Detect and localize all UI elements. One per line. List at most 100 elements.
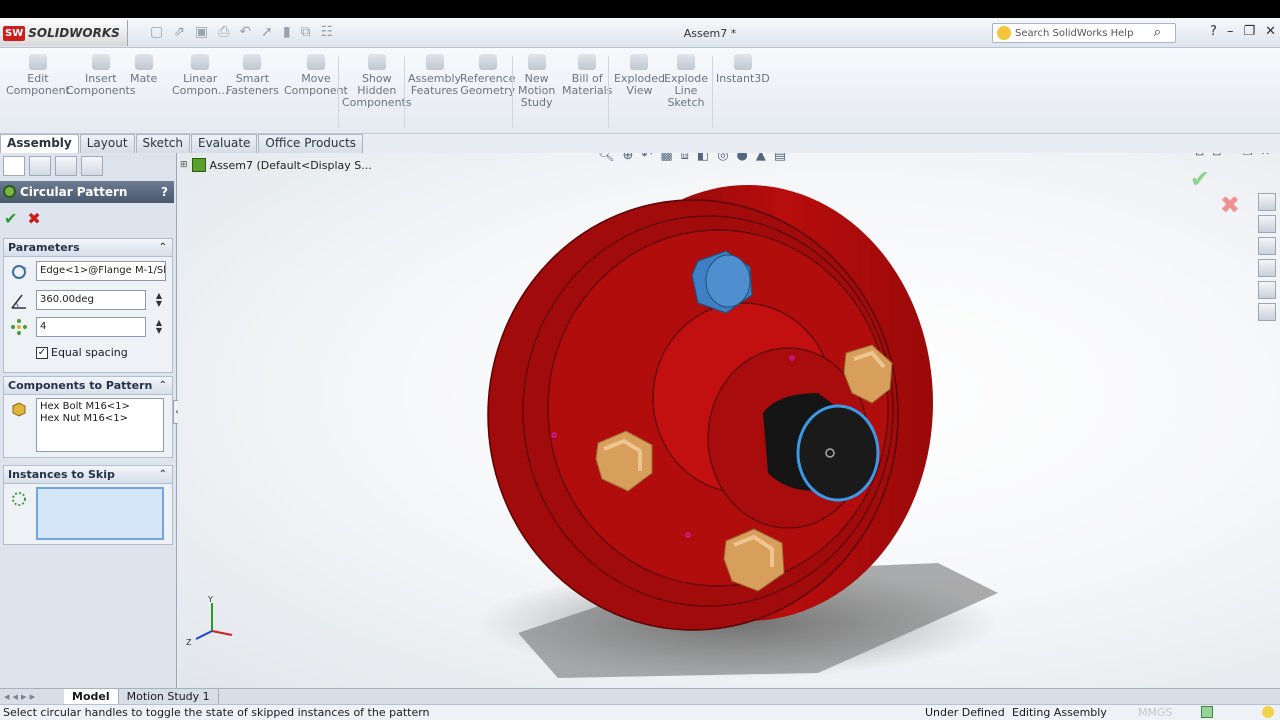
- angle-spinner[interactable]: ▲ ▼: [156, 292, 162, 308]
- collapse-caret-icon[interactable]: ⌃: [159, 239, 167, 256]
- help-icon[interactable]: ?: [1210, 24, 1217, 39]
- minimize-icon[interactable]: –: [1227, 24, 1234, 39]
- show-hidden-components-icon: [367, 54, 386, 70]
- close-icon[interactable]: ✕: [1265, 24, 1276, 39]
- title-bar: SW SOLIDWORKS ▢ ⇗ ▣ ⎙ ↶ ➚ ▮ ⧉ ☷ Assem7 *…: [0, 18, 1280, 48]
- angle-icon: [11, 294, 26, 309]
- toolbar-separator: [608, 56, 609, 128]
- appearance-manager-tab-icon[interactable]: [81, 156, 103, 176]
- graphics-area[interactable]: ⊞ Assem7 (Default<Display S... 🔍︎ ⊕ ↶ ▩ …: [178, 153, 1280, 688]
- feature-manager-tab-icon[interactable]: [3, 156, 25, 176]
- component-icon: [12, 402, 26, 417]
- help-icon[interactable]: ?: [161, 181, 168, 203]
- mate-label: Mate: [130, 72, 158, 85]
- show-hidden-components-label: Show Hidden Components: [342, 72, 412, 109]
- restore-icon[interactable]: ❐: [1243, 24, 1255, 39]
- assembly-features-label: Assembly Features: [408, 72, 462, 97]
- angle-field[interactable]: 360.00deg: [36, 290, 146, 310]
- explode-line-sketch-button[interactable]: Explode Line Sketch: [664, 54, 708, 109]
- quick-tips-icon[interactable]: [1201, 706, 1213, 718]
- reference-geometry-icon: [478, 54, 497, 70]
- edit-component-button[interactable]: Edit Component: [6, 54, 70, 97]
- smart-fasteners-icon: [243, 54, 262, 70]
- linear-component-pattern-icon: [191, 54, 210, 70]
- assembly-features-button[interactable]: Assembly Features: [408, 54, 461, 97]
- property-manager-tab-icon[interactable]: [29, 156, 51, 176]
- pattern-axis-field[interactable]: Edge<1>@Flange M-1/Sha: [36, 261, 166, 281]
- tab-model[interactable]: Model: [64, 688, 119, 705]
- tab-motion-study-1[interactable]: Motion Study 1: [119, 688, 219, 705]
- tab-layout[interactable]: Layout: [79, 134, 135, 153]
- status-bar: Select circular handles to toggle the st…: [0, 704, 1280, 720]
- equal-spacing-checkbox[interactable]: ✓: [36, 346, 48, 359]
- list-item[interactable]: Hex Nut M16<1>: [40, 413, 160, 425]
- instances-spinner[interactable]: ▲ ▼: [156, 319, 162, 335]
- shaft-end-selected-edge[interactable]: [796, 404, 880, 502]
- bill-of-materials-label: Bill of Materials: [562, 72, 613, 97]
- tab-assembly[interactable]: Assembly: [0, 134, 79, 153]
- rebuild-status-icon[interactable]: [1262, 706, 1274, 718]
- components-list[interactable]: Hex Bolt M16<1> Hex Nut M16<1>: [36, 398, 164, 452]
- toolbar-separator: [512, 56, 513, 128]
- parameters-header[interactable]: Parameters ⌃: [4, 239, 172, 257]
- components-to-pattern-group: Components to Pattern ⌃ Hex Bolt M16<1> …: [3, 376, 173, 458]
- insert-components-button[interactable]: Insert Components: [66, 54, 136, 97]
- help-search-input[interactable]: Search SolidWorks Help: [1015, 28, 1133, 39]
- mate-icon: [134, 54, 153, 70]
- command-manager-tabs: Assembly Layout Sketch Evaluate Office P…: [0, 134, 364, 153]
- tab-sketch[interactable]: Sketch: [135, 134, 190, 153]
- tab-office-products[interactable]: Office Products: [258, 134, 364, 153]
- command-manager: Edit Component Insert Components Mate Linea…: [0, 48, 1280, 134]
- configuration-manager-tab-icon[interactable]: [55, 156, 77, 176]
- equal-spacing-label: Equal spacing: [51, 346, 128, 359]
- tab-scroll-arrows-icon[interactable]: ◂◂▸▸: [0, 690, 64, 703]
- collapse-caret-icon[interactable]: ⌃: [159, 466, 167, 483]
- custom-properties-icon[interactable]: [1258, 303, 1276, 321]
- ok-check-icon[interactable]: ✔: [4, 209, 17, 228]
- list-item[interactable]: Hex Bolt M16<1>: [40, 401, 160, 413]
- collapse-caret-icon[interactable]: ⌃: [159, 377, 167, 394]
- cancel-x-icon[interactable]: ✖: [27, 209, 40, 228]
- solidworks-resources-icon[interactable]: [1258, 193, 1276, 211]
- show-hidden-components-button[interactable]: Show Hidden Components: [342, 54, 412, 109]
- toolbar-separator: [338, 56, 339, 128]
- exploded-view-icon: [630, 54, 649, 70]
- triad-y-label: Y: [207, 595, 213, 604]
- new-motion-study-button[interactable]: New Motion Study: [518, 54, 555, 109]
- solidworks-window: SW SOLIDWORKS ▢ ⇗ ▣ ⎙ ↶ ➚ ▮ ⧉ ☷ Assem7 *…: [0, 18, 1280, 720]
- tab-evaluate[interactable]: Evaluate: [190, 134, 258, 153]
- help-search-box[interactable]: Search SolidWorks Help ⌕: [992, 23, 1176, 43]
- pattern-axis-icon: [12, 265, 26, 279]
- insert-components-label: Insert Components: [66, 72, 136, 97]
- smart-fasteners-button[interactable]: Smart Fasteners: [226, 54, 279, 97]
- smart-fasteners-label: Smart Fasteners: [226, 72, 279, 97]
- components-to-pattern-header[interactable]: Components to Pattern ⌃: [4, 377, 172, 395]
- instances-to-skip-list[interactable]: [36, 487, 164, 540]
- move-component-icon: [306, 54, 325, 70]
- manager-tabs: [0, 156, 103, 176]
- search-icon[interactable]: ⌕: [1154, 25, 1161, 40]
- exploded-view-button[interactable]: Exploded View: [614, 54, 665, 97]
- property-manager-panel: Circular Pattern ? ✔ ✖ Parameters ⌃ Edge…: [0, 153, 181, 688]
- bill-of-materials-button[interactable]: Bill of Materials: [562, 54, 612, 97]
- parameters-header-label: Parameters: [8, 241, 80, 254]
- explode-line-sketch-label: Explode Line Sketch: [664, 72, 708, 109]
- status-message: Select circular handles to toggle the st…: [3, 706, 430, 719]
- appearances-scenes-icon[interactable]: [1258, 281, 1276, 299]
- instant3d-button[interactable]: Instant3D: [716, 54, 770, 85]
- reference-geometry-button[interactable]: Reference Geometry: [460, 54, 515, 97]
- toolbar-separator: [404, 56, 405, 128]
- status-units[interactable]: MMGS: [1138, 705, 1173, 720]
- file-explorer-icon[interactable]: [1258, 237, 1276, 255]
- task-pane-tabs: [1258, 193, 1280, 321]
- flange-coupling-model[interactable]: [178, 153, 1280, 688]
- status-mode: Editing Assembly: [1012, 706, 1107, 719]
- linear-component-pattern-button[interactable]: Linear Compon...: [172, 54, 228, 97]
- instances-to-skip-header[interactable]: Instances to Skip ⌃: [4, 466, 172, 484]
- instances-field[interactable]: 4: [36, 317, 146, 337]
- reference-geometry-label: Reference Geometry: [460, 72, 516, 97]
- status-definition: Under Defined: [925, 706, 1005, 719]
- mate-button[interactable]: Mate: [130, 54, 157, 85]
- design-library-icon[interactable]: [1258, 215, 1276, 233]
- view-palette-icon[interactable]: [1258, 259, 1276, 277]
